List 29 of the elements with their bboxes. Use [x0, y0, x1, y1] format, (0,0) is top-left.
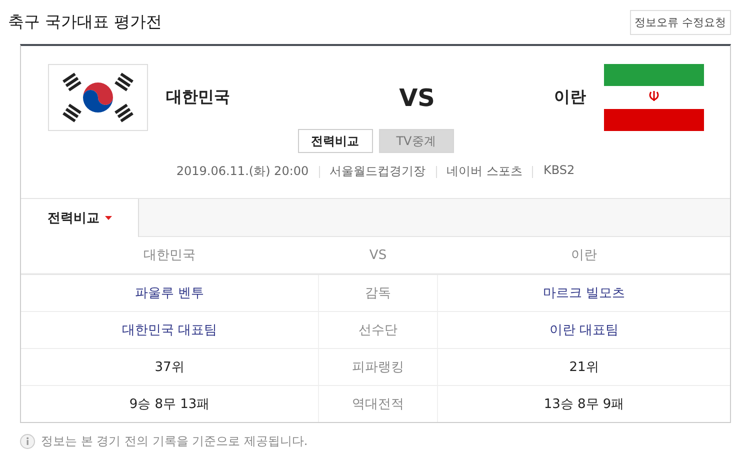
- row-label: 선수단: [318, 312, 438, 348]
- row-label: 피파랭킹: [318, 349, 438, 385]
- report-button[interactable]: 정보오류 수정요청: [630, 10, 731, 34]
- table-cell-text: 21위: [568, 359, 600, 377]
- table-link[interactable]: 이란 대표팀: [438, 312, 730, 348]
- table-header: VS: [368, 246, 388, 264]
- info-icon: [20, 434, 35, 449]
- match-info: 네이버 스포츠: [446, 163, 522, 180]
- tab[interactable]: 전력비교: [21, 199, 139, 237]
- notice-text: 정보는 본 경기 전의 기록을 기준으로 제공됩니다.: [41, 433, 308, 450]
- team-name: 이란: [554, 87, 586, 108]
- table-header: 이란: [570, 247, 598, 265]
- match-info: 서울월드컵경기장: [330, 163, 426, 180]
- table-header: 대한민국: [142, 247, 196, 265]
- team-name: 대한민국: [166, 87, 230, 108]
- table-cell-text: 9승 8무 13패: [128, 396, 211, 414]
- table-link[interactable]: 파울루 벤투: [21, 275, 318, 311]
- row-label: 감독: [318, 275, 438, 311]
- table-link[interactable]: 대한민국 대표팀: [21, 312, 318, 348]
- table-link[interactable]: 마르크 빌모츠: [438, 275, 730, 311]
- match-tab-button[interactable]: 전력비교: [298, 129, 372, 153]
- vs-label: VS: [399, 84, 435, 112]
- table-cell-text: 37위: [154, 359, 186, 377]
- match-info: 2019.06.11.(화) 20:00: [176, 163, 309, 180]
- caret-icon: [104, 216, 112, 220]
- match-info: KBS2: [543, 163, 575, 179]
- page-title: 축구 국가대표 평가전: [8, 12, 162, 32]
- row-label: 역대전적: [318, 386, 438, 422]
- table-cell-text: 13승 8무 9패: [542, 396, 626, 414]
